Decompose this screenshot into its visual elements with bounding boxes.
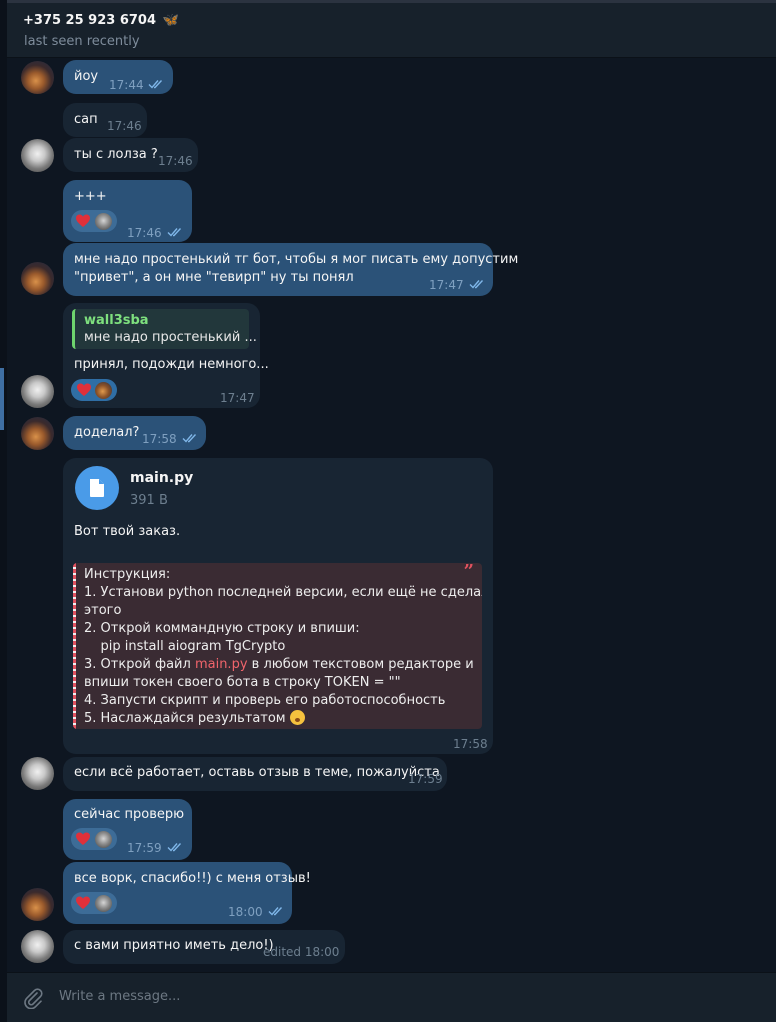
surprised-face-emoji [289, 710, 305, 725]
message-time: 17:58 [142, 432, 177, 446]
reaction-avatar [95, 382, 112, 399]
file-name[interactable]: main.py [130, 469, 193, 487]
message-text: если всё работает, оставь отзыв в теме, … [74, 765, 440, 780]
message-bubble[interactable]: wall3sba мне надо простенький ... принял… [63, 303, 269, 408]
file-link[interactable]: main.py [195, 657, 248, 672]
message-text-line: мне надо простенький тг бот, чтобы я мог… [74, 252, 519, 267]
message-text-line: "привет", а он мне "тевирп" ну ты понял [74, 270, 354, 285]
heart-icon [76, 214, 90, 227]
avatar[interactable] [21, 930, 54, 963]
message-time: 17:59 [127, 841, 162, 855]
avatar[interactable] [21, 262, 54, 295]
reaction-avatar [95, 895, 112, 912]
message-bubble[interactable]: +++ 17:46 [63, 180, 192, 242]
file-size: 391 B [130, 493, 168, 508]
message-input[interactable]: Write a message... [59, 989, 180, 1004]
reactions[interactable] [71, 892, 117, 914]
heart-icon [77, 383, 91, 396]
message-time: 17:59 [408, 772, 443, 786]
quote-line: 4. Запусти скрипт и проверь его работосп… [84, 693, 446, 708]
message-text: с вами приятно иметь дело!) [74, 938, 274, 953]
chat-header[interactable]: +375 25 923 6704 🦋 last seen recently [7, 3, 776, 58]
avatar[interactable] [21, 139, 54, 172]
reactions[interactable] [71, 210, 117, 232]
message-time: 17:47 [220, 391, 255, 405]
quote-line: 1. Установи python последней версии, есл… [84, 585, 482, 600]
heart-icon [76, 896, 90, 909]
message-bubble[interactable]: йоу 17:44 [63, 60, 173, 94]
message-time: 17:44 [109, 78, 144, 92]
avatar[interactable] [21, 417, 54, 450]
quote-line: 5. Наслаждайся результатом [84, 710, 482, 728]
message-composer: Write a message... [7, 972, 776, 1022]
message-bubble[interactable]: если всё работает, оставь отзыв в теме, … [63, 757, 447, 791]
instruction-quote: ” Инструкция: 1. Установи python последн… [73, 563, 482, 729]
document-icon[interactable] [75, 466, 119, 510]
message-caption: Вот твой заказ. [74, 524, 181, 539]
message-text: все ворк, спасибо!!) с меня отзыв! [74, 871, 311, 886]
double-check-icon [469, 279, 486, 289]
reply-text: мне надо простенький ... [84, 330, 257, 345]
message-bubble[interactable]: доделал? 17:58 [63, 416, 206, 450]
window-left-border [0, 0, 7, 1022]
double-check-icon [268, 906, 285, 916]
quote-line: 3. Открой файл main.py в любом текстовом… [84, 657, 474, 672]
contact-name[interactable]: +375 25 923 6704 🦋 [23, 13, 179, 28]
message-text: сап [74, 112, 98, 127]
double-check-icon [167, 842, 184, 852]
reaction-avatar [95, 213, 112, 230]
avatar[interactable] [21, 375, 54, 408]
message-time: 18:00 [228, 905, 263, 919]
reply-preview[interactable]: wall3sba мне надо простенький ... [72, 309, 257, 349]
quote-stripe [73, 563, 76, 729]
quote-line: 2. Открой коммандную строку и впиши: [84, 621, 360, 636]
quote-line: этого [84, 603, 122, 618]
heart-icon [76, 832, 90, 845]
avatar[interactable] [21, 61, 54, 94]
reply-author: wall3sba [84, 313, 149, 328]
message-bubble[interactable]: сейчас проверю 17:59 [63, 799, 192, 860]
message-text: сейчас проверю [74, 807, 185, 822]
quote-line: впиши токен своего бота в строку TOKEN =… [84, 675, 401, 690]
message-time: edited 18:00 [263, 945, 340, 959]
avatar[interactable] [21, 888, 54, 921]
quote-line: Инструкция: [84, 567, 171, 582]
double-check-icon [167, 227, 184, 237]
message-time: 17:58 [453, 737, 488, 751]
double-check-icon [148, 79, 165, 89]
avatar[interactable] [21, 757, 54, 790]
message-time: 17:46 [158, 154, 193, 168]
message-time: 17:47 [429, 278, 464, 292]
message-bubble[interactable]: сап 17:46 [63, 103, 147, 137]
message-bubble[interactable]: main.py 391 B Вот твой заказ. ” Инструкц… [63, 458, 493, 754]
message-text: принял, подожди немного... [74, 357, 269, 372]
butterfly-emoji: 🦋 [162, 13, 179, 28]
reaction-avatar [95, 831, 112, 848]
reactions[interactable] [71, 379, 117, 401]
message-bubble[interactable]: мне надо простенький тг бот, чтобы я мог… [63, 243, 518, 296]
message-text: +++ [74, 189, 107, 204]
sidebar-resize-handle[interactable] [0, 368, 4, 430]
contact-status: last seen recently [24, 34, 140, 49]
message-bubble[interactable]: ты с лолза ? 17:46 [63, 138, 198, 172]
message-bubble[interactable]: с вами приятно иметь дело!) edited 18:00 [63, 930, 345, 964]
quote-line: pip install aiogram TgCrypto [84, 639, 286, 654]
message-list[interactable]: йоу 17:44 сап 17:46 ты с лолза ? 17:46 +… [7, 58, 776, 972]
message-time: 17:46 [127, 226, 162, 240]
message-time: 17:46 [107, 119, 142, 133]
message-text: йоу [74, 69, 99, 84]
message-bubble[interactable]: все ворк, спасибо!!) с меня отзыв! 18:00 [63, 862, 311, 924]
double-check-icon [182, 433, 199, 443]
message-text: доделал? [74, 425, 140, 440]
paperclip-icon[interactable] [22, 987, 44, 1013]
message-text: ты с лолза ? [74, 147, 158, 162]
reactions[interactable] [71, 828, 117, 850]
